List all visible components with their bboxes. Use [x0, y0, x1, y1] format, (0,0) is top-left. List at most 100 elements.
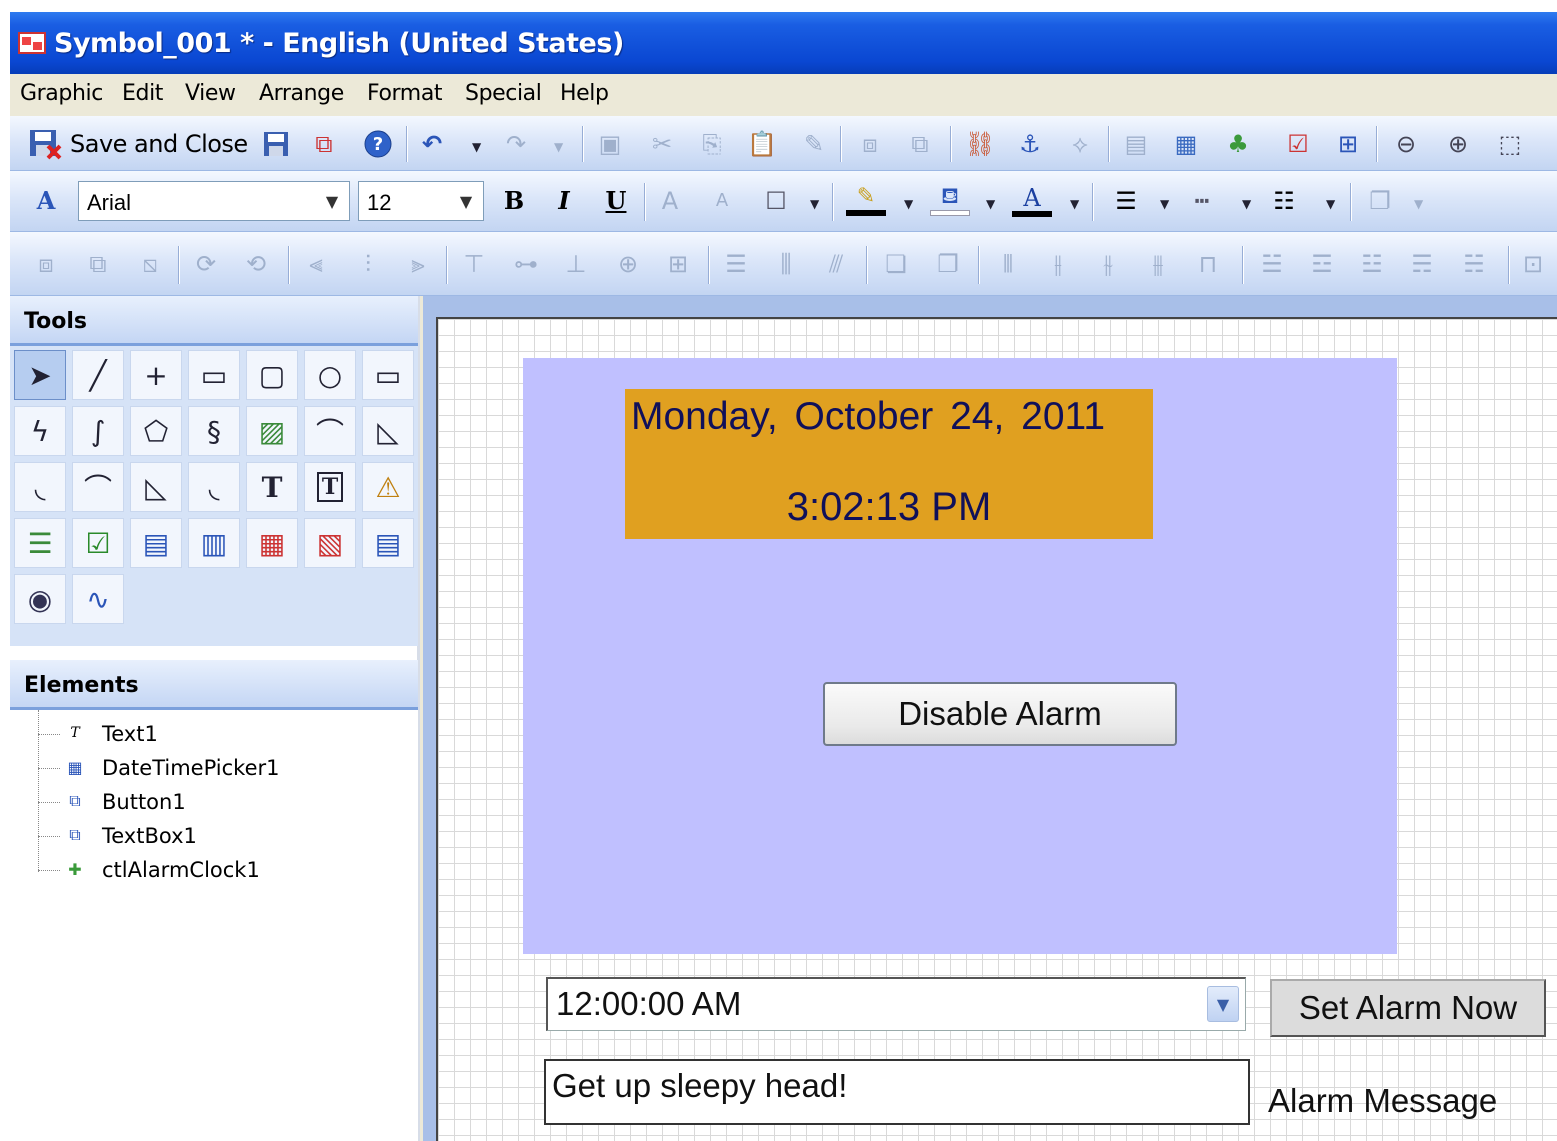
line-color-icon[interactable]: ✎: [844, 179, 888, 223]
element-item-button1[interactable]: Button1: [10, 786, 418, 818]
menu-format[interactable]: Format: [367, 81, 443, 106]
line-style-icon[interactable]: ┅: [1182, 183, 1222, 219]
chevron-down-icon[interactable]: ▼: [1070, 197, 1079, 211]
text-color-icon[interactable]: A: [1010, 179, 1054, 223]
space-horizontal-icon: ⫴: [1002, 250, 1014, 278]
list-tool-icon[interactable]: ☰: [14, 518, 66, 568]
element-item-textbox1[interactable]: TextBox1: [10, 820, 418, 852]
disable-alarm-button[interactable]: Disable Alarm: [823, 682, 1177, 746]
undo-icon[interactable]: ↶: [416, 128, 448, 160]
checkbox-tool-icon[interactable]: ☑: [72, 518, 124, 568]
element-item-datetimepicker1[interactable]: DateTimePicker1: [10, 752, 418, 784]
pie-tool-icon[interactable]: ◺: [362, 406, 414, 456]
text-tool-icon[interactable]: T: [246, 462, 298, 512]
save-and-close-button[interactable]: Save and Close: [28, 128, 248, 160]
arc-tool-icon[interactable]: ⌒: [304, 406, 356, 456]
undo-dropdown-icon[interactable]: ▼: [472, 140, 481, 154]
element-item-ctlalarmclock1[interactable]: ctlAlarmClock1: [10, 854, 418, 886]
font-name-combo[interactable]: Arial ▼: [78, 181, 350, 221]
rotate-icon: ⟳: [195, 250, 217, 278]
chord-tool-icon[interactable]: ◟: [14, 462, 66, 512]
validate-icon[interactable]: ☑: [1282, 128, 1314, 160]
menu-edit[interactable]: Edit: [122, 81, 163, 106]
chevron-down-icon[interactable]: ▼: [451, 184, 481, 218]
status-tool-icon[interactable]: ⚠: [362, 462, 414, 512]
space-decrease-icon: ⫳: [1103, 250, 1113, 278]
button-tool-icon[interactable]: ▭: [362, 350, 414, 400]
combobox-tool-icon[interactable]: ▥: [188, 518, 240, 568]
element-item-text1[interactable]: Text1: [10, 718, 418, 750]
italic-button[interactable]: I: [548, 183, 580, 219]
menu-view[interactable]: View: [185, 81, 236, 106]
alarm-time-picker[interactable]: 12:00:00 AM ▼: [546, 977, 1246, 1031]
radio-group-tool-icon[interactable]: ◉: [14, 574, 66, 624]
menu-help[interactable]: Help: [560, 81, 609, 106]
chevron-down-icon[interactable]: ▼: [986, 197, 995, 211]
zoom-out-icon[interactable]: ⊖: [1390, 128, 1422, 160]
chevron-down-icon[interactable]: ▼: [317, 184, 347, 218]
properties-icon[interactable]: ▦: [1170, 128, 1202, 160]
font-size-combo[interactable]: 12 ▼: [358, 181, 484, 221]
ellipse-tool-icon[interactable]: ○: [304, 350, 356, 400]
chord2-tool-icon[interactable]: ◟: [188, 462, 240, 512]
menu-special[interactable]: Special: [465, 81, 542, 106]
fill-color-icon[interactable]: ⛾: [928, 179, 972, 223]
menu-graphic[interactable]: Graphic: [20, 81, 103, 106]
chevron-down-icon[interactable]: ▼: [810, 197, 819, 211]
datetime-tool-icon[interactable]: ▧: [304, 518, 356, 568]
copy-to-icon[interactable]: ⧉: [306, 128, 342, 160]
polyline-tool-icon[interactable]: ϟ: [14, 406, 66, 456]
image-tool-icon[interactable]: ▨: [246, 406, 298, 456]
border-icon[interactable]: ☐: [758, 183, 794, 219]
align-left-icon: ⫷: [309, 250, 323, 278]
set-alarm-button[interactable]: Set Alarm Now: [1270, 979, 1546, 1037]
font-icon[interactable]: A: [28, 183, 64, 219]
date-time-display[interactable]: Monday, October 24, 2011 3:02:13 PM: [625, 389, 1153, 539]
chevron-down-icon[interactable]: ▼: [1326, 197, 1335, 211]
zoom-in-icon[interactable]: ⊕: [1442, 128, 1474, 160]
link-icon[interactable]: ⛓: [964, 128, 996, 160]
increase-font-icon: A: [661, 187, 679, 215]
alarm-message-field[interactable]: Get up sleepy head!: [544, 1059, 1250, 1125]
menu-arrange[interactable]: Arrange: [259, 81, 344, 106]
anchor-icon[interactable]: ⚓: [1014, 128, 1046, 160]
separator: [978, 246, 980, 284]
paste-icon[interactable]: 📋: [746, 128, 778, 160]
polygon-tool-icon[interactable]: ⬠: [130, 406, 182, 456]
line-weight-icon[interactable]: ☰: [1106, 183, 1146, 219]
chevron-down-icon[interactable]: ▼: [1160, 197, 1169, 211]
hv-line-tool-icon[interactable]: +: [130, 350, 182, 400]
drawing-canvas[interactable]: Monday, October 24, 2011 3:02:13 PM Disa…: [436, 317, 1557, 1141]
closed-curve-tool-icon[interactable]: §: [188, 406, 240, 456]
save-icon[interactable]: [260, 128, 292, 160]
chevron-down-icon[interactable]: ▼: [1242, 197, 1251, 211]
zoom-fit-icon[interactable]: ⬚: [1494, 128, 1526, 160]
listbox-tool-icon[interactable]: ▤: [362, 518, 414, 568]
textbox-tool-icon[interactable]: T: [304, 462, 356, 512]
trend-tool-icon[interactable]: ∿: [72, 574, 124, 624]
chevron-down-icon[interactable]: ▼: [1207, 986, 1239, 1022]
bold-button[interactable]: B: [498, 183, 530, 219]
rounded-rectangle-tool-icon[interactable]: ▢: [246, 350, 298, 400]
edit-box-tool-icon[interactable]: ▤: [130, 518, 182, 568]
curve-tool-icon[interactable]: ∫: [72, 406, 124, 456]
align-centers-icon: ⊕: [617, 250, 639, 278]
pie2-tool-icon[interactable]: ◺: [130, 462, 182, 512]
chevron-down-icon[interactable]: ▼: [904, 197, 913, 211]
pointer-tool-icon[interactable]: ➤: [14, 350, 66, 400]
space-remove-icon: ⫵: [1152, 250, 1164, 278]
calendar-tool-icon[interactable]: ▦: [246, 518, 298, 568]
group-icon: ⧈: [862, 130, 878, 158]
arc2-tool-icon[interactable]: ⌒: [72, 462, 124, 512]
line-tool-icon[interactable]: ╱: [72, 350, 124, 400]
size-icon: ⊡: [1522, 250, 1544, 278]
align-center-icon: ⫶: [365, 250, 371, 278]
help-icon[interactable]: ?: [362, 128, 394, 160]
rectangle-tool-icon[interactable]: ▭: [188, 350, 240, 400]
underline-button[interactable]: U: [600, 183, 632, 219]
separator: [840, 126, 842, 162]
custom-properties-icon[interactable]: ⊞: [1332, 128, 1364, 160]
scripts-icon[interactable]: ♣: [1222, 128, 1254, 160]
line-pattern-icon[interactable]: ☷: [1264, 183, 1304, 219]
separator: [1508, 246, 1510, 284]
